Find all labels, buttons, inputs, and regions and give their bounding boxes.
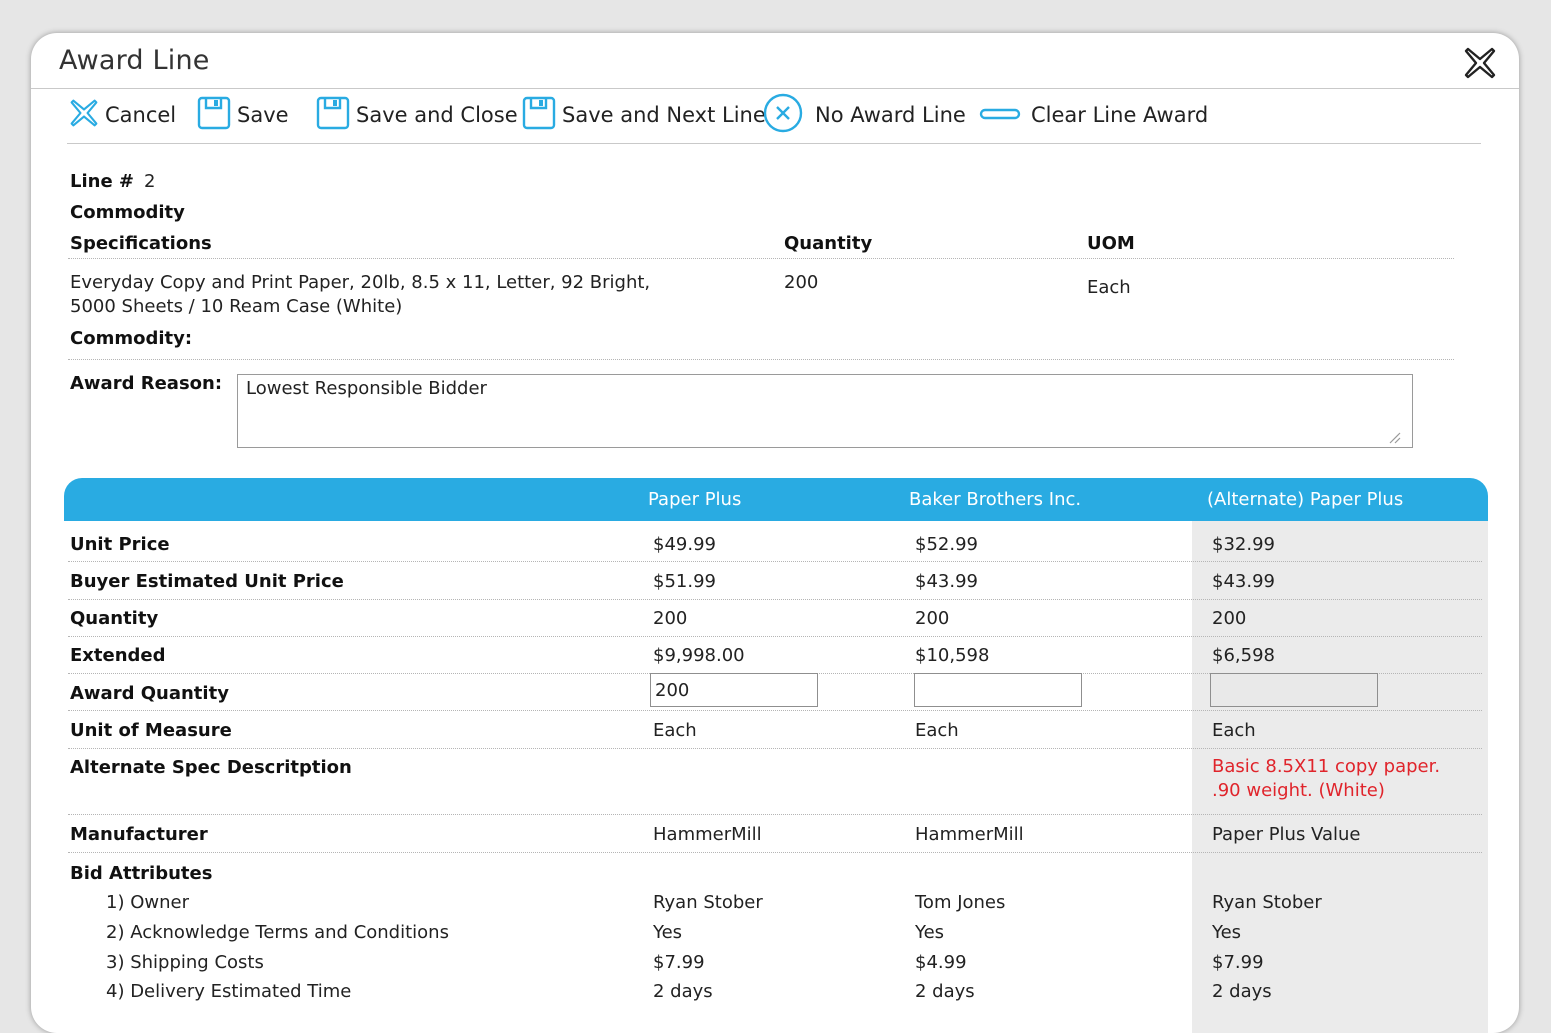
save-and-close-label: Save and Close: [356, 103, 518, 127]
cell-manufacturer: HammerMill: [653, 824, 762, 845]
clear-line-award-label: Clear Line Award: [1031, 103, 1209, 127]
vendor-table-header: Paper Plus Baker Brothers Inc. (Alternat…: [64, 478, 1488, 521]
circle-x-icon: [763, 93, 803, 137]
save-icon: [316, 96, 350, 134]
cell-delivery-time: 2 days: [653, 981, 713, 1002]
attribute-label-owner: 1) Owner: [106, 892, 189, 913]
attribute-label-delivery-time: 4) Delivery Estimated Time: [106, 981, 352, 1002]
cancel-label: Cancel: [105, 103, 177, 127]
cancel-button[interactable]: Cancel: [69, 95, 176, 135]
cell-extended: $9,998.00: [653, 645, 745, 666]
uom-value: Each: [1087, 277, 1131, 298]
cell-buyer-estimated-unit-price: $51.99: [653, 571, 716, 592]
award-quantity-input-baker-brothers[interactable]: [914, 673, 1082, 707]
cell-delivery-time: 2 days: [1212, 981, 1272, 1002]
specification-text-line-2: 5000 Sheets / 10 Ream Case (White): [70, 296, 403, 317]
save-and-next-line-button[interactable]: Save and Next Line: [522, 95, 766, 135]
cell-unit-price: $52.99: [915, 534, 978, 555]
cell-unit-of-measure: Each: [915, 720, 959, 741]
row-divider: [68, 814, 1482, 815]
save-and-close-button[interactable]: Save and Close: [316, 95, 518, 135]
row-label-unit-price: Unit Price: [70, 534, 170, 555]
cell-quantity: 200: [1212, 608, 1247, 629]
award-reason-textarea[interactable]: Lowest Responsible Bidder: [237, 374, 1413, 448]
save-icon: [522, 96, 556, 134]
award-line-dialog: Award Line Cancel Save Save and Close Sa…: [31, 33, 1519, 1033]
row-label-unit-of-measure: Unit of Measure: [70, 720, 232, 741]
cell-quantity: 200: [653, 608, 688, 629]
cell-extended: $6,598: [1212, 645, 1275, 666]
close-icon[interactable]: [1463, 46, 1497, 80]
row-divider: [68, 852, 1482, 853]
cell-owner: Tom Jones: [915, 892, 1006, 913]
dialog-titlebar: Award Line: [31, 33, 1519, 89]
cell-shipping-costs: $7.99: [1212, 952, 1264, 973]
commodity-label: Commodity: [70, 202, 185, 223]
line-number-value: 2: [144, 171, 156, 192]
column-header-baker-brothers[interactable]: Baker Brothers Inc.: [909, 489, 1081, 510]
row-label-alternate-spec-description: Alternate Spec Descritption: [70, 757, 352, 778]
row-divider: [68, 561, 1482, 562]
line-number-label: Line #: [70, 171, 135, 192]
cell-shipping-costs: $4.99: [915, 952, 967, 973]
quantity-value: 200: [784, 272, 819, 293]
row-divider: [68, 636, 1482, 637]
cell-owner: Ryan Stober: [653, 892, 763, 913]
dialog-title: Award Line: [59, 45, 210, 76]
cell-terms: Yes: [1212, 922, 1242, 943]
row-divider: [68, 710, 1482, 711]
row-label-manufacturer: Manufacturer: [70, 824, 208, 845]
toolbar: Cancel Save Save and Close Save and Next…: [67, 93, 1481, 144]
save-label: Save: [237, 103, 289, 127]
save-icon: [197, 96, 231, 134]
specification-text-line-1: Everyday Copy and Print Paper, 20lb, 8.5…: [70, 272, 651, 293]
cancel-icon: [69, 98, 99, 132]
resize-grip-icon[interactable]: [1387, 429, 1401, 444]
cell-delivery-time: 2 days: [915, 981, 975, 1002]
row-divider: [68, 599, 1482, 600]
no-award-line-button[interactable]: No Award Line: [763, 93, 966, 137]
award-quantity-input-paper-plus[interactable]: 200: [650, 673, 818, 707]
uom-label: UOM: [1087, 233, 1135, 254]
specifications-label: Specifications: [70, 233, 212, 254]
cell-unit-of-measure: Each: [1212, 720, 1256, 741]
cell-manufacturer: Paper Plus Value: [1212, 824, 1361, 845]
quantity-label: Quantity: [784, 233, 873, 254]
dash-icon: [979, 106, 1021, 125]
row-label-buyer-estimated-unit-price: Buyer Estimated Unit Price: [70, 571, 344, 592]
commodity-detail-label: Commodity:: [70, 328, 193, 349]
row-label-quantity: Quantity: [70, 608, 159, 629]
cell-unit-price: $49.99: [653, 534, 716, 555]
cell-owner: Ryan Stober: [1212, 892, 1322, 913]
attribute-label-terms: 2) Acknowledge Terms and Conditions: [106, 922, 449, 943]
divider: [68, 359, 1454, 360]
cell-manufacturer: HammerMill: [915, 824, 1024, 845]
cell-extended: $10,598: [915, 645, 990, 666]
cell-unit-of-measure: Each: [653, 720, 697, 741]
cell-quantity: 200: [915, 608, 950, 629]
divider: [68, 258, 1454, 259]
attribute-label-shipping-costs: 3) Shipping Costs: [106, 952, 264, 973]
clear-line-award-button[interactable]: Clear Line Award: [979, 95, 1208, 135]
save-button[interactable]: Save: [197, 95, 289, 135]
no-award-line-label: No Award Line: [815, 103, 966, 127]
row-label-bid-attributes: Bid Attributes: [70, 863, 213, 884]
cell-shipping-costs: $7.99: [653, 952, 705, 973]
cell-buyer-estimated-unit-price: $43.99: [1212, 571, 1275, 592]
row-label-extended: Extended: [70, 645, 166, 666]
column-header-paper-plus[interactable]: Paper Plus: [648, 489, 741, 510]
cell-terms: Yes: [653, 922, 683, 943]
column-header-alternate-paper-plus[interactable]: (Alternate) Paper Plus: [1207, 489, 1403, 510]
award-reason-label: Award Reason:: [70, 373, 223, 394]
cell-terms: Yes: [915, 922, 945, 943]
cell-alternate-spec-description: Basic 8.5X11 copy paper. .90 weight. (Wh…: [1212, 756, 1441, 801]
award-quantity-input-alternate-paper-plus[interactable]: [1210, 673, 1378, 707]
save-and-next-line-label: Save and Next Line: [562, 103, 766, 127]
row-divider: [68, 748, 1482, 749]
cell-buyer-estimated-unit-price: $43.99: [915, 571, 978, 592]
cell-unit-price: $32.99: [1212, 534, 1275, 555]
row-label-award-quantity: Award Quantity: [70, 683, 229, 704]
